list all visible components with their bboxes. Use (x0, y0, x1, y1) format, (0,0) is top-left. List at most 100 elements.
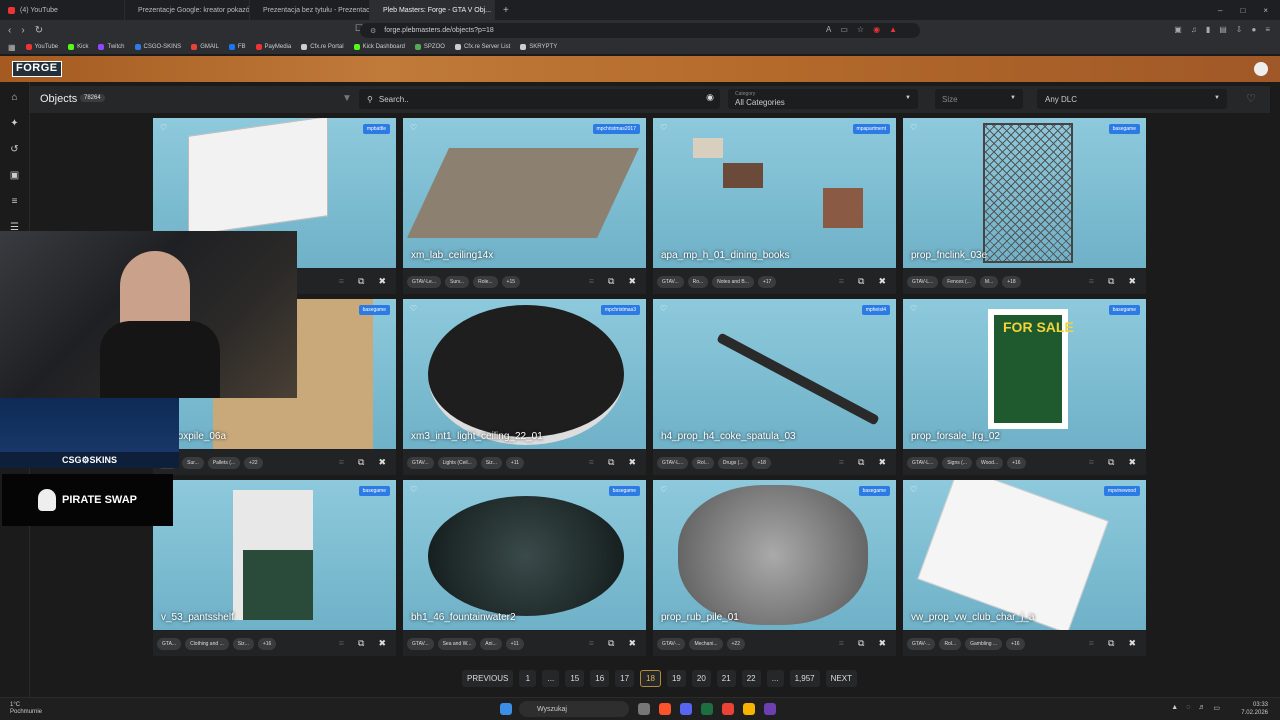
site-info-icon[interactable]: ⚙ (370, 27, 376, 35)
next-page-button[interactable]: NEXT (825, 670, 857, 687)
excel-icon[interactable] (701, 703, 713, 715)
favorite-heart-icon[interactable]: ♡ (660, 123, 667, 132)
add-to-list-icon[interactable]: ≡ (839, 457, 844, 468)
add-to-list-icon[interactable]: ≡ (589, 457, 594, 468)
more-chips-badge[interactable]: +15 (501, 275, 521, 288)
add-to-list-icon[interactable]: ≡ (839, 638, 844, 649)
extension-icon[interactable]: ▣ (1174, 25, 1182, 34)
sparkle-icon[interactable]: ✦ (9, 118, 20, 129)
page-button[interactable]: 22 (741, 670, 761, 687)
category-chip[interactable]: Wood... (975, 456, 1004, 469)
category-chip[interactable]: GTAV... (407, 456, 434, 469)
page-button[interactable]: 17 (615, 670, 635, 687)
object-name[interactable]: prop_fnclink_03e (911, 250, 987, 261)
object-card[interactable]: ♡ mpchristmas2017 xm_lab_ceiling14x GTAV… (403, 118, 646, 294)
star-icon[interactable]: ☆ (857, 25, 864, 34)
share-icon[interactable]: ✖ (1128, 638, 1136, 649)
profile-icon[interactable]: ● (1251, 25, 1256, 34)
bookmark-item[interactable]: Twitch (98, 44, 125, 50)
category-chip[interactable]: GTAV-... (657, 637, 686, 650)
browser-tab[interactable]: Prezentacja bez tytułu - Prezentacje... (250, 0, 370, 20)
list-icon[interactable]: ≡ (9, 196, 20, 207)
object-card[interactable]: ♡ basegame bh1_46_fountainwater2 GTAV...… (403, 480, 646, 656)
category-select[interactable]: Category All Categories ▼ (728, 89, 918, 109)
chrome-icon[interactable] (722, 703, 734, 715)
copy-icon[interactable]: ⧉ (858, 276, 864, 287)
object-card[interactable]: ♡ basegame v_53_pantsshelf GTA...Clothin… (153, 480, 396, 656)
object-card[interactable]: ♡ mpchristmas3 xm3_int1_light_ceiling_22… (403, 299, 646, 475)
favorite-heart-icon[interactable]: ♡ (410, 304, 417, 313)
bookmark-item[interactable]: Kick Dashboard (353, 44, 405, 50)
category-chip[interactable]: Signs (... (942, 456, 972, 469)
more-chips-badge[interactable]: +22 (726, 637, 745, 650)
favorites-heart-icon[interactable]: ♡ (1246, 92, 1256, 105)
search-input[interactable]: ⚲ Search.. ◉ (359, 89, 720, 109)
object-card[interactable]: ♡ mpheist4 h4_prop_h4_coke_spatula_03 GT… (653, 299, 896, 475)
copy-icon[interactable]: ⧉ (858, 457, 864, 468)
menu-icon[interactable]: ≡ (1265, 25, 1270, 34)
copy-icon[interactable]: ⧉ (1108, 638, 1114, 649)
more-chips-badge[interactable]: +11 (505, 456, 525, 469)
page-button[interactable]: 20 (691, 670, 711, 687)
category-chip[interactable]: Gambling ... (965, 637, 1003, 650)
object-name[interactable]: vw_prop_vw_club_char_j_a (911, 612, 1034, 623)
favorite-heart-icon[interactable]: ♡ (410, 485, 417, 494)
battery-icon[interactable]: ▭ (1213, 704, 1220, 712)
add-to-list-icon[interactable]: ≡ (1089, 457, 1094, 468)
history-icon[interactable]: ↺ (9, 144, 20, 155)
bookmark-item[interactable]: YouTube (25, 44, 58, 50)
add-to-list-icon[interactable]: ≡ (1089, 276, 1094, 287)
share-icon[interactable]: ✖ (878, 638, 886, 649)
browser-tab[interactable]: Pleb Masters: Forge - GTA V Obj...× (370, 0, 495, 20)
music-icon[interactable]: ♫ (1191, 25, 1197, 34)
page-button[interactable]: 1,957 (789, 670, 820, 687)
object-card[interactable]: ♡ basegame prop_rub_pile_01 GTAV-... Mech… (653, 480, 896, 656)
category-chip[interactable]: Rol... (692, 456, 714, 469)
taskbar-search[interactable]: Wyszukaj (519, 701, 629, 717)
category-chip[interactable]: Mechani... (689, 637, 723, 650)
forward-icon[interactable]: › (21, 25, 24, 36)
object-preview-image[interactable]: ♡ mpchristmas3 xm3_int1_light_ceiling_22… (403, 299, 646, 449)
browser-tab[interactable]: Prezentacje Google: kreator pokazó... (125, 0, 250, 20)
reload-icon[interactable]: ↻ (35, 25, 43, 36)
object-preview-image[interactable]: ♡ mpvinewood vw_prop_vw_club_char_j_a (903, 480, 1146, 630)
share-icon[interactable]: ✖ (378, 638, 386, 649)
category-chip[interactable]: GTAV-L... (907, 456, 939, 469)
copy-icon[interactable]: ⧉ (608, 638, 614, 649)
page-button[interactable]: 1 (519, 670, 537, 687)
category-chip[interactable]: Clothing and ... (185, 637, 229, 650)
more-chips-badge[interactable]: +16 (1007, 456, 1026, 469)
favorite-heart-icon[interactable]: ♡ (410, 123, 417, 132)
page-button[interactable]: 18 (640, 670, 661, 687)
copy-icon[interactable]: ⧉ (858, 638, 864, 649)
object-name[interactable]: prop_rub_pile_01 (661, 612, 739, 623)
more-chips-badge[interactable]: +11 (505, 637, 524, 650)
taskview-icon[interactable] (638, 703, 650, 715)
bookmark-item[interactable]: PayMedia (255, 44, 291, 50)
category-chip[interactable]: Surv... (445, 275, 470, 288)
category-chip[interactable]: Ani... (480, 637, 502, 650)
category-chip[interactable]: GTAV-L... (907, 275, 939, 288)
copy-icon[interactable]: ⧉ (1108, 457, 1114, 468)
explorer-icon[interactable] (743, 703, 755, 715)
more-chips-badge[interactable]: +16 (257, 637, 277, 650)
share-icon[interactable]: ✖ (378, 276, 386, 287)
share-icon[interactable]: ✖ (1128, 457, 1136, 468)
category-chip[interactable]: Siz... (480, 456, 502, 469)
maximize-icon[interactable]: □ (1240, 6, 1245, 15)
page-button[interactable]: 19 (666, 670, 686, 687)
minimize-icon[interactable]: – (1218, 6, 1222, 15)
dlc-select[interactable]: Any DLC ▼ (1037, 89, 1227, 109)
object-name[interactable]: prop_forsale_lrg_02 (911, 431, 1000, 442)
copy-icon[interactable]: ⧉ (608, 276, 614, 287)
copy-icon[interactable]: ⧉ (1108, 276, 1114, 287)
object-name[interactable]: xm3_int1_light_ceiling_22_01 (411, 431, 543, 442)
category-chip[interactable]: Lights (Ceil... (437, 456, 477, 469)
download-icon[interactable]: ⇩ (1236, 25, 1243, 34)
wifi-icon[interactable]: ◌ (1186, 704, 1190, 712)
discord-icon[interactable] (680, 703, 692, 715)
windows-start-icon[interactable] (500, 703, 512, 715)
wallet-icon[interactable]: ▤ (1219, 25, 1227, 34)
volume-icon[interactable]: ♬ (1198, 704, 1205, 712)
add-to-list-icon[interactable]: ≡ (589, 276, 594, 287)
